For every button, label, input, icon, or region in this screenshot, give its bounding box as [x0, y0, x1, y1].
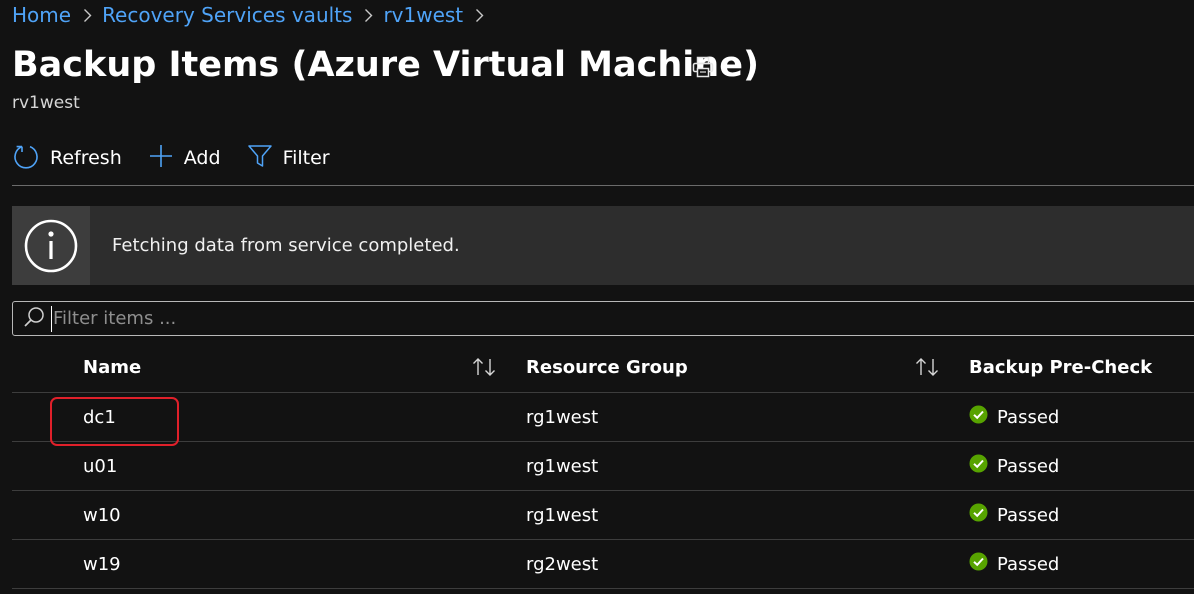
breadcrumb-home[interactable]: Home — [12, 3, 71, 27]
filter-label: Filter — [282, 147, 330, 169]
table-row[interactable]: dc1 rg1west Passed — [12, 393, 1194, 442]
refresh-button[interactable]: Refresh — [12, 142, 122, 175]
refresh-icon — [12, 142, 50, 175]
cell-resource-group: rg1west — [526, 504, 599, 526]
breadcrumb-recovery-vaults[interactable]: Recovery Services vaults — [102, 3, 352, 27]
table-row[interactable]: u01 rg1west Passed — [12, 442, 1194, 491]
filter-items-search[interactable] — [12, 301, 1194, 336]
table-row[interactable]: w19 rg2west Passed — [12, 540, 1194, 589]
cell-name[interactable]: w10 — [83, 491, 121, 539]
check-circle-icon — [969, 405, 988, 429]
table-header: Name Resource Group Backup Pre-Check — [12, 343, 1194, 393]
command-bar: Refresh Add Filter — [12, 140, 356, 176]
info-icon — [12, 206, 90, 285]
chevron-right-icon — [364, 8, 373, 23]
toolbar-divider — [12, 185, 1194, 186]
chevron-right-icon — [475, 8, 484, 23]
page-subtitle: rv1west — [12, 93, 80, 113]
column-header-backup-precheck[interactable]: Backup Pre-Check — [969, 343, 1152, 392]
breadcrumb: Home Recovery Services vaults rv1west — [12, 3, 494, 27]
precheck-status: Passed — [997, 455, 1060, 477]
sort-icon[interactable] — [914, 355, 940, 383]
filter-button[interactable]: Filter — [247, 143, 330, 174]
search-icon — [23, 306, 45, 332]
print-icon[interactable] — [691, 55, 715, 83]
filter-icon — [247, 143, 283, 174]
cell-resource-group: rg2west — [526, 553, 599, 575]
cell-resource-group: rg1west — [526, 455, 599, 477]
table-row[interactable]: w10 rg1west Passed — [12, 491, 1194, 540]
banner-message: Fetching data from service completed. — [112, 235, 460, 256]
cell-precheck: Passed — [969, 540, 1059, 588]
refresh-label: Refresh — [50, 147, 122, 169]
precheck-status: Passed — [997, 406, 1060, 428]
backup-items-table: Name Resource Group Backup Pre-Check dc1… — [12, 343, 1194, 589]
cell-name[interactable]: w19 — [83, 540, 121, 588]
text-cursor — [51, 305, 52, 332]
check-circle-icon — [969, 552, 988, 576]
breadcrumb-vault[interactable]: rv1west — [383, 3, 463, 27]
plus-icon — [148, 143, 184, 174]
column-header-resource-group[interactable]: Resource Group — [526, 343, 688, 392]
chevron-right-icon — [83, 8, 92, 23]
check-circle-icon — [969, 454, 988, 478]
precheck-status: Passed — [997, 504, 1060, 526]
info-banner: Fetching data from service completed. — [12, 206, 1194, 285]
add-button[interactable]: Add — [148, 143, 221, 174]
check-circle-icon — [969, 503, 988, 527]
page-title: Backup Items (Azure Virtual Machine) — [12, 45, 759, 85]
cell-resource-group: rg1west — [526, 406, 599, 428]
column-header-name[interactable]: Name — [83, 343, 141, 392]
cell-name[interactable]: u01 — [83, 442, 117, 490]
cell-precheck: Passed — [969, 491, 1059, 539]
cell-name[interactable]: dc1 — [83, 393, 116, 441]
sort-icon[interactable] — [471, 355, 497, 383]
cell-precheck: Passed — [969, 393, 1059, 441]
precheck-status: Passed — [997, 553, 1060, 575]
backup-items-page: Home Recovery Services vaults rv1west Ba… — [0, 0, 1194, 594]
cell-precheck: Passed — [969, 442, 1059, 490]
search-input[interactable] — [53, 308, 953, 329]
add-label: Add — [183, 147, 221, 169]
